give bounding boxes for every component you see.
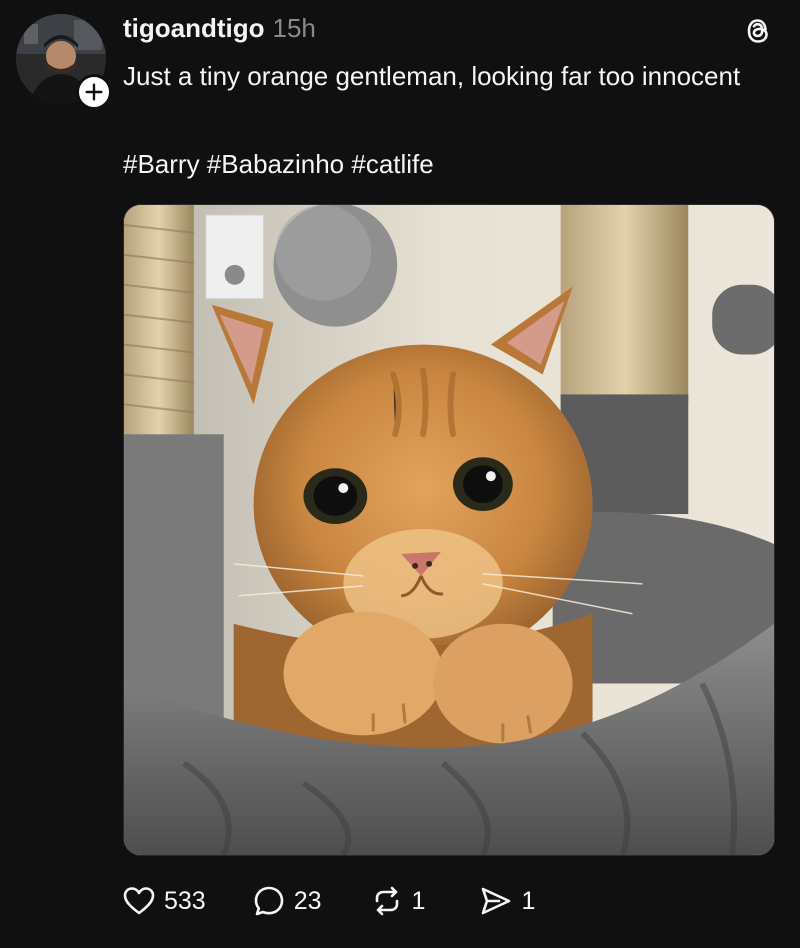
post-hashtags[interactable]: #Barry #Babazinho #catlife [123, 144, 434, 185]
reply-count: 23 [293, 886, 322, 915]
post-actions: 533 23 1 1 [122, 884, 579, 918]
share-button[interactable]: 1 [479, 884, 535, 918]
cat-photo [124, 205, 774, 855]
repost-count: 1 [411, 886, 426, 915]
repost-icon [375, 886, 398, 916]
timestamp: 15h [272, 13, 316, 43]
follow-button[interactable] [76, 74, 112, 110]
post-caption: Just a tiny orange gentleman, looking fa… [123, 61, 741, 91]
username[interactable]: tigoandtigo [123, 8, 265, 48]
speech-bubble-icon [254, 886, 284, 916]
like-button[interactable]: 533 [122, 884, 206, 918]
thread-post: tigoandtigo 15h Just a tiny orange gentl… [0, 0, 800, 948]
plus-icon [85, 83, 103, 101]
post-image[interactable] [123, 204, 775, 856]
reply-button[interactable]: 23 [252, 884, 322, 918]
send-icon [482, 887, 511, 915]
like-count: 533 [164, 886, 206, 915]
heart-icon [123, 887, 155, 915]
threads-logo-icon[interactable] [742, 14, 774, 48]
post-header: tigoandtigo 15h [123, 8, 316, 48]
repost-button[interactable]: 1 [370, 884, 426, 918]
share-count: 1 [521, 886, 536, 915]
